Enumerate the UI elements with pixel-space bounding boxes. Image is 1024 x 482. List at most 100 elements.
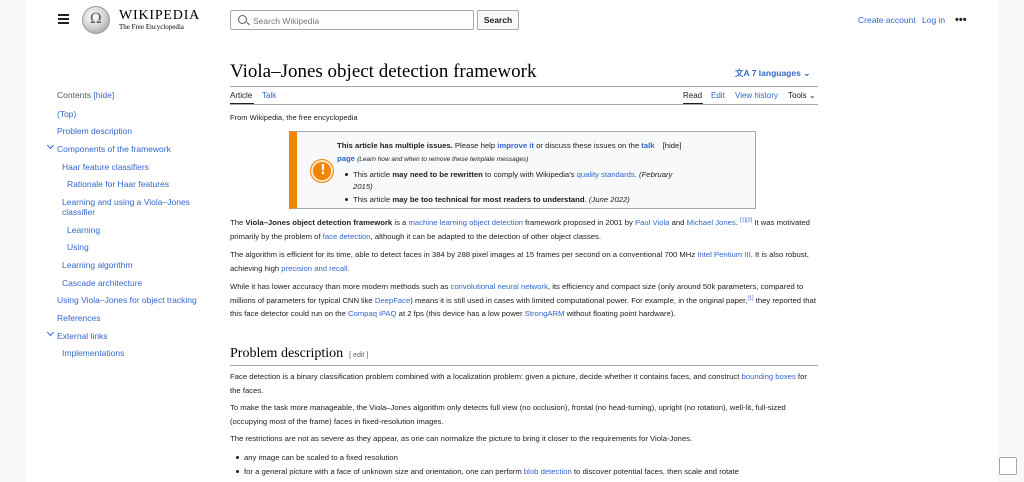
body-text: any image can be scaled to a fixed resol… — [244, 453, 398, 462]
tab-edit[interactable]: Edit — [711, 91, 725, 100]
toc-item-components[interactable]: Components of the framework — [57, 144, 171, 154]
body-text: without floating point hardware). — [564, 309, 676, 319]
problem-paragraph-2: To make the task more manageable, the Vi… — [230, 401, 818, 428]
tabs-divider — [230, 104, 818, 105]
inline-link[interactable]: precision and recall — [281, 264, 347, 273]
toc-item-learning-algorithm[interactable]: Learning algorithm — [62, 260, 132, 270]
talk-page-link[interactable]: page — [337, 154, 355, 163]
toc-item-haar-classifiers[interactable]: Haar feature classifiers — [62, 162, 149, 172]
inline-link[interactable]: Paul Viola — [635, 218, 669, 227]
page-tools-toggle[interactable] — [999, 457, 1017, 475]
inline-link[interactable]: machine learning — [408, 218, 467, 227]
learn-how-link[interactable]: (Learn how and when to remove these temp… — [357, 156, 528, 163]
inline-link[interactable]: bounding boxes — [742, 372, 796, 381]
table-of-contents: Contents [hide] — [48, 90, 208, 100]
tab-view-history[interactable]: View history — [735, 91, 778, 100]
login-link[interactable]: Log in — [922, 15, 945, 25]
language-button[interactable]: 文A 7 languages ⌄ — [735, 67, 810, 79]
inline-link[interactable]: Compaq iPAQ — [348, 309, 397, 318]
improve-it-link[interactable]: improve it — [497, 141, 534, 150]
search-input[interactable] — [253, 14, 468, 27]
toc-item-learning[interactable]: Learning — [67, 225, 100, 235]
inline-link[interactable]: Intel Pentium III — [697, 250, 750, 259]
body-text: The — [230, 218, 246, 227]
body-text: The algorithm is efficient for its time,… — [230, 250, 698, 259]
body-text: and — [669, 218, 687, 227]
list-item-text: any image can be scaled to a fixed resol… — [244, 453, 398, 462]
notice-text: or discuss these issues on the — [534, 141, 642, 150]
notice-date: 2015) — [353, 182, 373, 191]
toc-item-learning-using[interactable]: Learning and using a Viola–Jones — [62, 197, 190, 207]
body-text: , although it can be adapted to the dete… — [370, 231, 601, 241]
language-count: 7 languages — [751, 68, 801, 78]
intro-paragraph-1: The Viola–Jones object detection framewo… — [230, 216, 818, 243]
notice-date: (June 2022) — [588, 195, 630, 204]
notice-bullet-2: This article may be too technical for mo… — [345, 195, 630, 204]
toc-item-learning-using-cont[interactable]: classifier — [62, 207, 95, 217]
notice-hide-toggle[interactable]: [hide] — [663, 141, 682, 150]
toc-item-object-tracking[interactable]: Using Viola–Jones for object tracking — [57, 295, 197, 305]
notice-bullet-1-cont: 2015) — [353, 182, 373, 191]
problem-paragraph-1: Face detection is a binary classificatio… — [230, 370, 818, 397]
toc-item-haar-rationale[interactable]: Rationale for Haar features — [67, 179, 169, 189]
logo-tagline: The Free Encyclopedia — [119, 23, 184, 31]
list-item-text: for a general picture with a face of unk… — [244, 467, 739, 476]
quality-standards-link[interactable]: quality standards — [577, 170, 635, 179]
notice-bold: may be too technical for most readers to… — [392, 195, 585, 204]
create-account-link[interactable]: Create account — [858, 15, 916, 25]
toc-item-implementations[interactable]: Implementations — [62, 348, 124, 358]
notice-date: (February — [639, 170, 673, 179]
body-text: Face detection is a binary classificatio… — [230, 372, 742, 381]
list-item: for a general picture with a face of unk… — [236, 465, 818, 479]
tools-label: Tools — [788, 91, 807, 100]
inline-link[interactable]: StrongARM — [525, 309, 565, 318]
main-menu-icon[interactable] — [58, 14, 69, 24]
search-button[interactable]: Search — [477, 10, 519, 30]
tab-article[interactable]: Article — [230, 91, 252, 100]
bullet — [345, 173, 348, 177]
toc-hide-toggle[interactable]: [hide] — [93, 90, 114, 100]
logo-wordmark[interactable]: WIKIPEDIA — [119, 8, 200, 24]
body-text: While it has lower accuracy than more mo… — [230, 282, 451, 291]
chevron-down-icon: ⌄ — [808, 91, 816, 100]
inline-link[interactable]: DeepFace — [375, 296, 410, 305]
toc-heading: Contents [hide] — [57, 90, 208, 100]
tools-menu[interactable]: Tools ⌄ — [788, 91, 816, 100]
inline-link[interactable]: face detection — [323, 232, 371, 241]
notice-heading: This article has multiple issues. — [337, 141, 453, 150]
toc-item-external-links[interactable]: External links — [57, 331, 108, 341]
warning-icon — [311, 160, 333, 182]
inline-link[interactable]: convolutional neural network — [450, 282, 547, 291]
intro-paragraph-2: The algorithm is efficient for its time,… — [230, 248, 818, 275]
wikipedia-globe-icon[interactable] — [82, 6, 110, 34]
notice-text: This article — [353, 195, 393, 204]
bullet — [236, 470, 239, 474]
body-text: To make the task more manageable, the Vi… — [230, 403, 786, 426]
inline-link[interactable]: blob detection — [524, 467, 572, 476]
bullet — [236, 456, 239, 460]
toc-item-using[interactable]: Using — [67, 242, 89, 252]
tab-talk[interactable]: Talk — [262, 91, 276, 100]
notice-line-2: page (Learn how and when to remove these… — [337, 154, 528, 163]
inline-link[interactable]: object detection — [469, 218, 523, 227]
translate-icon: 文A — [735, 68, 750, 78]
notice-text: Please help — [452, 141, 498, 150]
talk-link[interactable]: talk — [641, 141, 654, 150]
toc-item-problem-description[interactable]: Problem description — [57, 126, 132, 136]
tab-read[interactable]: Read — [683, 91, 702, 100]
body-text: to discover potential faces, then scale … — [571, 467, 739, 476]
section-edit-link[interactable]: [ edit ] — [349, 352, 368, 359]
chevron-down-icon: ⌄ — [803, 68, 811, 78]
more-options-icon[interactable]: ••• — [955, 14, 967, 26]
toc-item-cascade[interactable]: Cascade architecture — [62, 278, 142, 288]
notice-text: to comply with Wikipedia's — [482, 170, 577, 179]
toc-title: Contents — [57, 90, 92, 100]
inline-link[interactable]: [1][2] — [740, 217, 752, 224]
toc-item-top[interactable]: (Top) — [57, 109, 76, 119]
search-icon — [238, 15, 247, 24]
toc-item-references[interactable]: References — [57, 313, 100, 323]
list-item: any image can be scaled to a fixed resol… — [236, 451, 818, 465]
notice-line-1: This article has multiple issues. Please… — [337, 141, 681, 150]
inline-link[interactable]: Michael Jones — [687, 218, 736, 227]
intro-paragraph-3: While it has lower accuracy than more mo… — [230, 280, 818, 321]
